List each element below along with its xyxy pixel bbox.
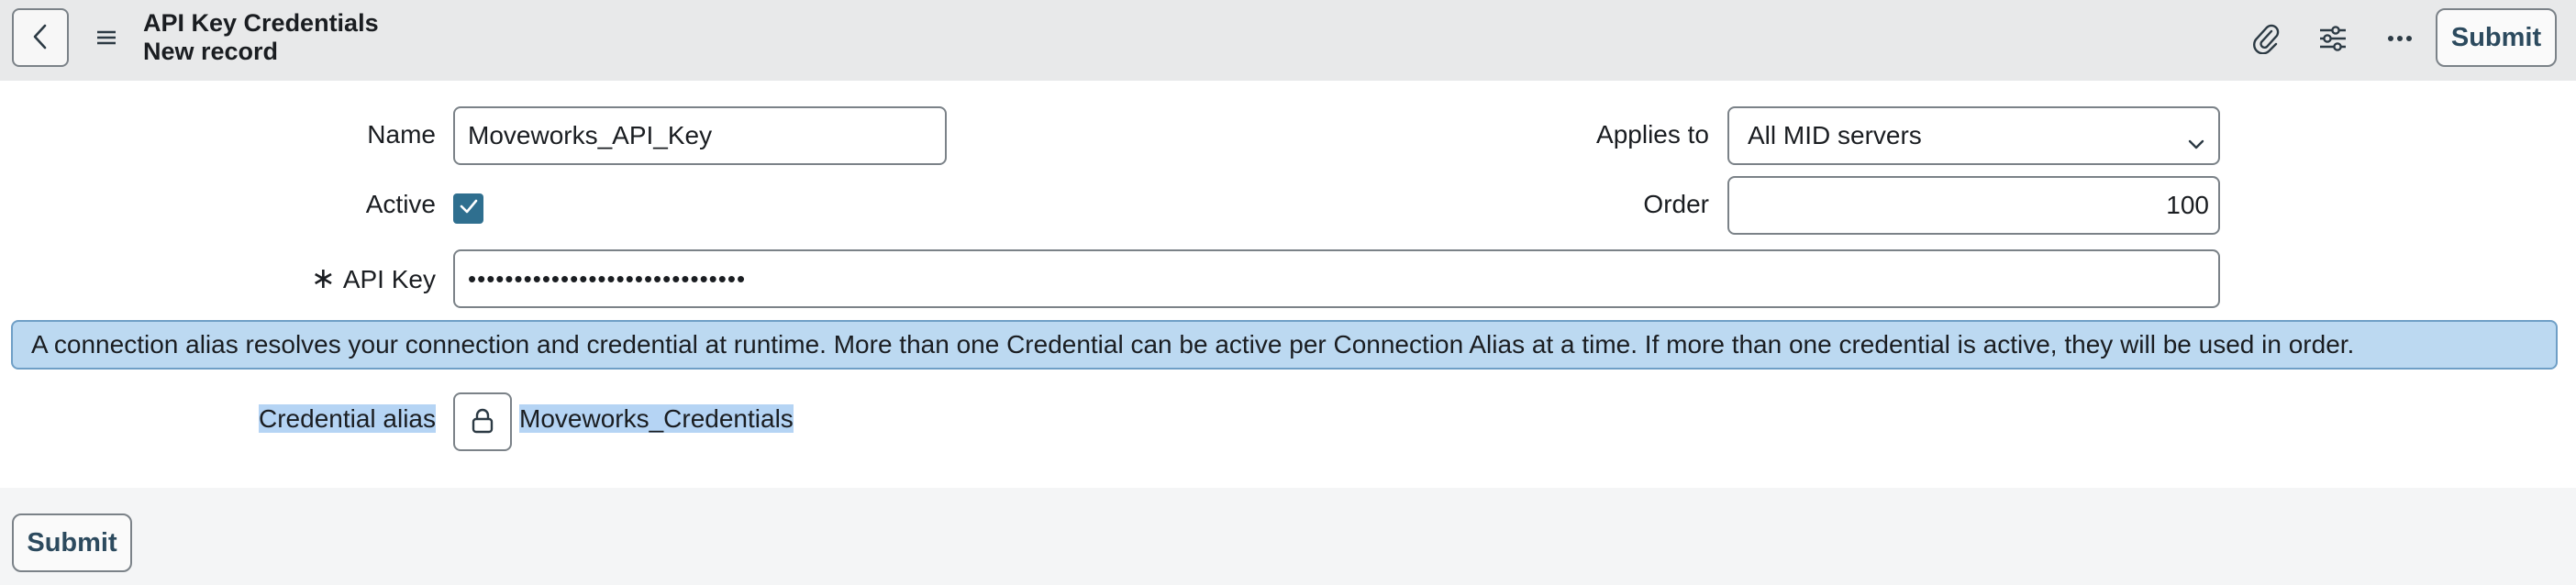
chevron-left-icon: [30, 23, 50, 53]
submit-button-header[interactable]: Submit: [2436, 8, 2557, 67]
credential-alias-label: Credential alias: [259, 404, 436, 433]
applies-to-label: Applies to: [1596, 120, 1709, 149]
sliders-icon[interactable]: [2315, 20, 2351, 57]
form-body: Name Moveworks_API_Key Applies to All MI…: [0, 81, 2576, 488]
chevron-down-icon: [2187, 128, 2205, 158]
api-key-masked-value: ••••••••••••••••••••••••••••••: [468, 264, 747, 292]
applies-to-select[interactable]: All MID servers: [1727, 106, 2220, 165]
hamburger-menu-icon[interactable]: [94, 26, 118, 50]
page-title: API Key Credentials: [143, 9, 379, 37]
api-key-input[interactable]: ••••••••••••••••••••••••••••••: [453, 249, 2220, 308]
applies-to-value: All MID servers: [1748, 121, 1922, 149]
api-key-label: API Key: [342, 265, 436, 293]
form-header: API Key Credentials New record Submit: [0, 0, 2576, 81]
active-checkbox[interactable]: [453, 193, 483, 224]
api-key-label-group: ∗ API Key: [311, 262, 436, 295]
back-button[interactable]: [12, 8, 69, 67]
more-horizontal-icon[interactable]: [2382, 20, 2418, 57]
submit-button-footer[interactable]: Submit: [12, 513, 132, 572]
name-label: Name: [367, 120, 436, 149]
order-input[interactable]: 100: [1727, 176, 2220, 235]
order-label: Order: [1643, 190, 1709, 218]
paperclip-icon[interactable]: [2248, 20, 2284, 57]
page-subtitle: New record: [143, 38, 279, 65]
checkmark-icon: [459, 198, 479, 219]
lookup-lock-button[interactable]: [453, 392, 512, 451]
record-title-block: API Key Credentials New record: [143, 9, 379, 66]
name-input[interactable]: Moveworks_API_Key: [453, 106, 947, 165]
info-message: A connection alias resolves your connect…: [11, 320, 2558, 370]
active-label: Active: [365, 190, 436, 218]
lock-icon: [470, 407, 495, 437]
credential-alias-value[interactable]: Moveworks_Credentials: [519, 403, 794, 435]
required-marker: ∗: [311, 261, 336, 294]
